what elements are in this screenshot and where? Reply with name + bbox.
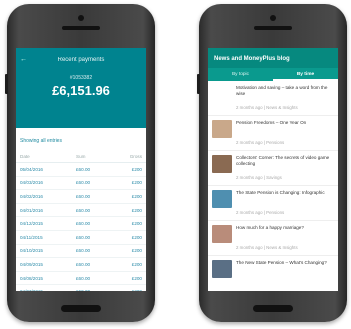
- cell-gross: £200: [131, 221, 142, 227]
- cell-date: 04/03/2016: [20, 180, 43, 186]
- blog-header-title: News and MoneyPlus blog: [208, 48, 338, 68]
- article-title: Motivation and saving – take a word from…: [236, 85, 328, 96]
- entries-filter-link[interactable]: Showing all entries: [16, 128, 146, 151]
- speaker-grille: [254, 26, 292, 30]
- table-row[interactable]: 04/09/2015 £60.00 £200: [16, 258, 146, 272]
- article-title: Pension Freedoms – One Year On: [236, 120, 307, 125]
- article-thumbnail: [212, 155, 232, 173]
- tab-by-topic[interactable]: By topic: [208, 68, 273, 81]
- article-item[interactable]: Pension Freedoms – One Year On: [208, 116, 338, 138]
- cell-date: 04/11/2015: [20, 234, 43, 240]
- article-thumbnail: [212, 260, 232, 278]
- cell-date: 04/08/2015: [20, 275, 43, 281]
- article-title: Collectors' Corner: The secrets of video…: [236, 155, 330, 166]
- article-meta: 2 months ago | Pensions: [208, 208, 338, 221]
- article-item[interactable]: The New State Pension – What's Changing?: [208, 256, 338, 278]
- cell-sum: £60.00: [76, 166, 91, 172]
- article-title: How much for a happy marriage?: [236, 225, 304, 230]
- article-list: Motivation and saving – take a word from…: [208, 81, 338, 278]
- article-thumbnail: [212, 190, 232, 208]
- cell-date: 04/02/2016: [20, 193, 43, 199]
- cell-date: 04/07/2015: [20, 289, 76, 291]
- cell-sum: £60.00: [76, 180, 91, 186]
- article-item[interactable]: The State Pension is Changing: Infograph…: [208, 186, 338, 208]
- payments-screen: ← Recent payments #1053382 £6,151.96 Sho…: [16, 48, 146, 291]
- page-title: Recent payments: [57, 57, 105, 63]
- cell-sum: £60.00: [76, 207, 91, 213]
- phone-right: News and MoneyPlus blog By topic By time…: [197, 4, 347, 322]
- cell-gross: £200: [131, 261, 142, 267]
- cell-gross: £200: [131, 248, 142, 254]
- home-button: [61, 305, 101, 312]
- payments-table-body: 05/04/2016 £60.00 £200 04/03/2016 £60.00 £200…: [16, 163, 146, 291]
- volume-button: [5, 74, 8, 94]
- article-thumbnail: [212, 225, 232, 243]
- cell-date: 04/10/2015: [20, 248, 43, 254]
- cell-gross: £200: [120, 289, 142, 291]
- cell-sum: £60.00: [76, 289, 120, 291]
- total-amount: £6,151.96: [52, 83, 110, 98]
- article-meta: 2 months ago | Savings: [208, 173, 338, 186]
- article-item[interactable]: Collectors' Corner: The secrets of video…: [208, 151, 338, 173]
- article-thumbnail: [212, 120, 232, 138]
- article-thumbnail: [212, 85, 232, 103]
- camera-icon: [78, 15, 84, 21]
- cell-date: 05/04/2016: [20, 166, 43, 172]
- cell-sum: £60.00: [76, 193, 91, 199]
- article-title: The New State Pension – What's Changing?: [236, 260, 327, 265]
- article-title: The State Pension is Changing: Infograph…: [236, 190, 325, 195]
- table-row[interactable]: 04/10/2015 £60.00 £200: [16, 245, 146, 259]
- cell-gross: £200: [131, 166, 142, 172]
- phone-left: ← Recent payments #1053382 £6,151.96 Sho…: [5, 4, 155, 322]
- table-row[interactable]: 04/11/2015 £60.00 £200: [16, 231, 146, 245]
- column-header-date[interactable]: Date: [20, 154, 76, 159]
- cell-sum: £60.00: [76, 248, 91, 254]
- cell-sum: £60.00: [76, 261, 91, 267]
- table-row[interactable]: 04/12/2015 £60.00 £200: [16, 217, 146, 231]
- table-header: Date Sum Gross: [16, 151, 146, 163]
- cell-gross: £200: [131, 234, 142, 240]
- article-meta: 2 months ago | News & Insights: [208, 243, 338, 256]
- cell-gross: £200: [131, 193, 142, 199]
- cell-sum: £60.00: [76, 221, 91, 227]
- column-header-sum[interactable]: Sum: [76, 154, 120, 159]
- column-header-gross[interactable]: Gross: [120, 154, 142, 159]
- volume-button: [197, 74, 200, 94]
- table-row[interactable]: 04/01/2016 £60.00 £200: [16, 204, 146, 218]
- cell-gross: £200: [131, 207, 142, 213]
- cell-sum: £60.00: [76, 234, 91, 240]
- table-row[interactable]: 04/08/2015 £60.00 £200: [16, 272, 146, 286]
- table-row[interactable]: 04/03/2016 £60.00 £200: [16, 177, 146, 191]
- speaker-grille: [62, 26, 100, 30]
- article-item[interactable]: Motivation and saving – take a word from…: [208, 81, 338, 103]
- article-meta: 2 months ago | Pensions: [208, 138, 338, 151]
- blog-screen: News and MoneyPlus blog By topic By time…: [208, 48, 338, 291]
- article-meta: 2 months ago | News & Insights: [208, 103, 338, 116]
- table-row[interactable]: 04/02/2016 £60.00 £200: [16, 190, 146, 204]
- payments-header: ← Recent payments #1053382 £6,151.96: [16, 48, 146, 128]
- table-row[interactable]: 04/07/2015£60.00£200: [16, 285, 146, 291]
- article-item[interactable]: How much for a happy marriage?: [208, 221, 338, 243]
- cell-date: 04/09/2015: [20, 261, 43, 267]
- camera-icon: [270, 15, 276, 21]
- blog-tabs: By topic By time: [208, 68, 338, 81]
- account-reference: #1053382: [69, 75, 93, 81]
- cell-gross: £200: [131, 180, 142, 186]
- home-button: [253, 305, 293, 312]
- cell-date: 04/01/2016: [20, 207, 43, 213]
- cell-date: 04/12/2015: [20, 221, 43, 227]
- table-row[interactable]: 05/04/2016 £60.00 £200: [16, 163, 146, 177]
- cell-gross: £200: [131, 275, 142, 281]
- cell-sum: £60.00: [76, 275, 91, 281]
- tab-by-time[interactable]: By time: [273, 68, 338, 81]
